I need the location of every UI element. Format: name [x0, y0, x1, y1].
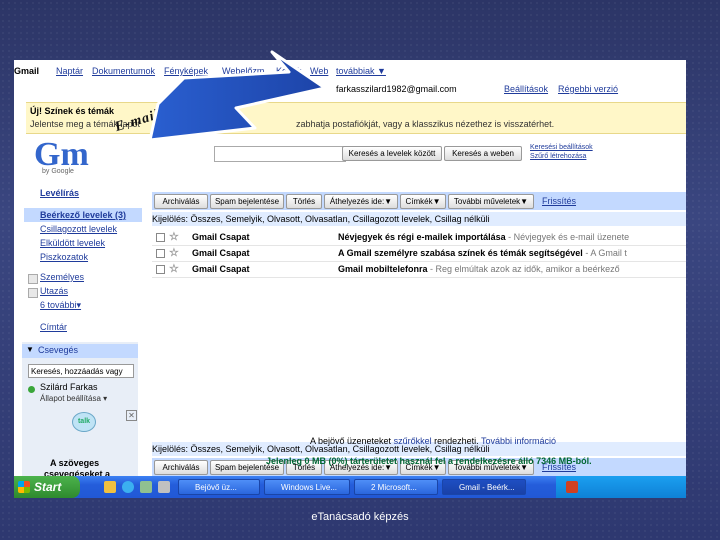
- arrow-shape: [148, 50, 327, 142]
- slide-caption: eTanácsadó képzés: [311, 511, 409, 523]
- pointer-arrow: [148, 50, 327, 142]
